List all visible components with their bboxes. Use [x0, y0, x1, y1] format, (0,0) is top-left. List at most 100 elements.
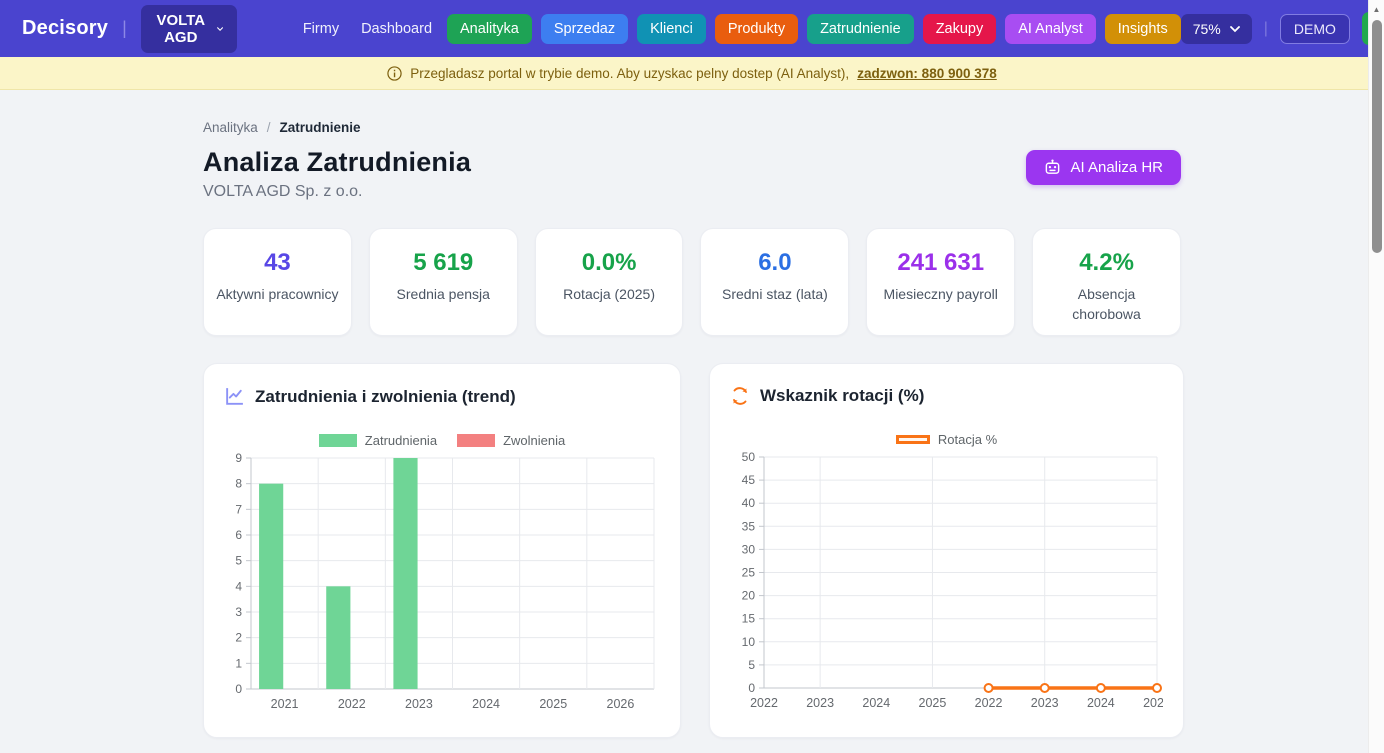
page-title-block: Analiza Zatrudnienia VOLTA AGD Sp. z o.o… [203, 147, 471, 201]
kpi-value: 6.0 [701, 249, 848, 277]
svg-text:25: 25 [742, 566, 756, 580]
legend-swatch-orange [896, 435, 930, 444]
hiring-trend-bar-chart: 0123456789202120222023202420252026 [224, 450, 660, 716]
nav-pill-ai-analyst[interactable]: AI Analyst [1005, 14, 1095, 44]
kpi-card-avg-tenure: 6.0 Sredni staz (lata) [700, 228, 849, 336]
nav-pill-zatrudnienie[interactable]: Zatrudnienie [807, 14, 914, 44]
svg-text:2024: 2024 [862, 696, 890, 710]
svg-text:2025: 2025 [919, 696, 947, 710]
svg-text:9: 9 [235, 451, 242, 465]
nav-pill-zakupy[interactable]: Zakupy [923, 14, 997, 44]
legend-swatch-green [319, 434, 357, 447]
kpi-label: Rotacja (2025) [536, 284, 683, 304]
svg-text:2022: 2022 [975, 696, 1003, 710]
svg-text:2026: 2026 [607, 697, 635, 711]
svg-text:8: 8 [235, 477, 242, 491]
svg-text:5: 5 [235, 554, 242, 568]
kpi-value: 0.0% [536, 249, 683, 277]
legend-item-rotacja[interactable]: Rotacja % [896, 432, 997, 447]
brand-logo: Decisory [22, 17, 108, 40]
page-header-row: Analiza Zatrudnienia VOLTA AGD Sp. z o.o… [203, 147, 1181, 201]
svg-text:30: 30 [742, 542, 756, 556]
legend-swatch-red [457, 434, 495, 447]
main-nav: Firmy Dashboard [303, 21, 432, 37]
nav-link-firmy[interactable]: Firmy [303, 21, 339, 37]
topbar-divider: | [1264, 20, 1268, 38]
legend-label: Zatrudnienia [365, 433, 437, 448]
legend-item-zatrudnienia[interactable]: Zatrudnienia [319, 433, 437, 448]
scrollbar-up-arrow[interactable]: ▲ [1369, 0, 1384, 14]
chevron-down-icon [217, 24, 223, 34]
svg-text:2024: 2024 [472, 697, 500, 711]
nav-pill-group: Analityka Sprzedaz Klienci Produkty Zatr… [447, 14, 1181, 44]
svg-text:2023: 2023 [806, 696, 834, 710]
kpi-label: Sredni staz (lata) [701, 284, 848, 304]
nav-pill-produkty[interactable]: Produkty [715, 14, 798, 44]
kpi-label: Miesieczny payroll [867, 284, 1014, 304]
company-selector-label: VOLTA AGD [155, 12, 207, 46]
kpi-card-rotation: 0.0% Rotacja (2025) [535, 228, 684, 336]
line-chart-icon [224, 386, 245, 407]
svg-text:0: 0 [235, 682, 242, 696]
logo-divider: | [122, 18, 127, 39]
kpi-label: Aktywni pracownicy [204, 284, 351, 304]
svg-text:2023: 2023 [1031, 696, 1059, 710]
vertical-scrollbar[interactable]: ▲ [1368, 0, 1384, 753]
nav-link-dashboard[interactable]: Dashboard [361, 21, 432, 37]
nav-pill-analityka[interactable]: Analityka [447, 14, 532, 44]
charts-row: Zatrudnienia i zwolnienia (trend) Zatrud… [203, 363, 1181, 738]
zoom-level-dropdown[interactable]: 75% [1181, 14, 1252, 44]
svg-text:2021: 2021 [271, 697, 299, 711]
svg-text:20: 20 [742, 589, 756, 603]
kpi-value: 43 [204, 249, 351, 277]
svg-text:15: 15 [742, 612, 756, 626]
hiring-trend-chart-title-row: Zatrudnienia i zwolnienia (trend) [224, 386, 660, 407]
svg-text:2022: 2022 [750, 696, 778, 710]
hiring-chart-legend: Zatrudnienia Zwolnienia [224, 433, 660, 448]
kpi-card-active-employees: 43 Aktywni pracownicy [203, 228, 352, 336]
chevron-down-icon [1230, 24, 1240, 34]
kpi-card-avg-salary: 5 619 Srednia pensja [369, 228, 518, 336]
svg-text:0: 0 [748, 681, 755, 695]
kpi-label: Absencja chorobowa [1033, 284, 1180, 325]
demo-badge: DEMO [1280, 14, 1350, 44]
svg-text:50: 50 [742, 450, 756, 464]
rotation-chart-title-row: Wskaznik rotacji (%) [730, 386, 1163, 406]
nav-pill-insights[interactable]: Insights [1105, 14, 1181, 44]
scrollbar-thumb[interactable] [1372, 20, 1382, 253]
svg-text:2022: 2022 [338, 697, 366, 711]
kpi-card-monthly-payroll: 241 631 Miesieczny payroll [866, 228, 1015, 336]
rotate-icon [730, 386, 750, 406]
main-content: Analityka / Zatrudnienie Analiza Zatrudn… [203, 90, 1181, 738]
kpi-label: Srednia pensja [370, 284, 517, 304]
demo-notice-banner: Przegladasz portal w trybie demo. Aby uz… [0, 57, 1384, 90]
svg-text:5: 5 [748, 658, 755, 672]
kpi-value: 241 631 [867, 249, 1014, 277]
svg-text:1: 1 [235, 656, 242, 670]
svg-text:6: 6 [235, 528, 242, 542]
svg-text:4: 4 [235, 579, 242, 593]
rotation-chart-legend: Rotacja % [730, 432, 1163, 447]
breadcrumb-analityka[interactable]: Analityka [203, 120, 258, 135]
svg-text:3: 3 [235, 605, 242, 619]
svg-text:35: 35 [742, 519, 756, 533]
breadcrumb-current: Zatrudnienie [280, 120, 361, 135]
svg-text:2025: 2025 [1143, 696, 1163, 710]
ai-hr-analysis-button[interactable]: AI Analiza HR [1026, 150, 1181, 185]
svg-text:40: 40 [742, 496, 756, 510]
svg-text:2023: 2023 [405, 697, 433, 711]
top-navigation-bar: Decisory | VOLTA AGD Firmy Dashboard Ana… [0, 0, 1384, 57]
info-icon [387, 66, 402, 81]
nav-pill-klienci[interactable]: Klienci [637, 14, 706, 44]
rotation-line-chart: 0510152025303540455020222023202420252022… [730, 449, 1163, 715]
svg-text:45: 45 [742, 473, 756, 487]
breadcrumb: Analityka / Zatrudnienie [203, 120, 1181, 135]
svg-text:2024: 2024 [1087, 696, 1115, 710]
zoom-level-value: 75% [1193, 21, 1221, 37]
banner-phone-link[interactable]: zadzwon: 880 900 378 [857, 66, 997, 81]
company-selector-dropdown[interactable]: VOLTA AGD [141, 5, 237, 53]
svg-text:7: 7 [235, 502, 242, 516]
legend-item-zwolnienia[interactable]: Zwolnienia [457, 433, 565, 448]
nav-pill-sprzedaz[interactable]: Sprzedaz [541, 14, 628, 44]
svg-text:2: 2 [235, 631, 242, 645]
